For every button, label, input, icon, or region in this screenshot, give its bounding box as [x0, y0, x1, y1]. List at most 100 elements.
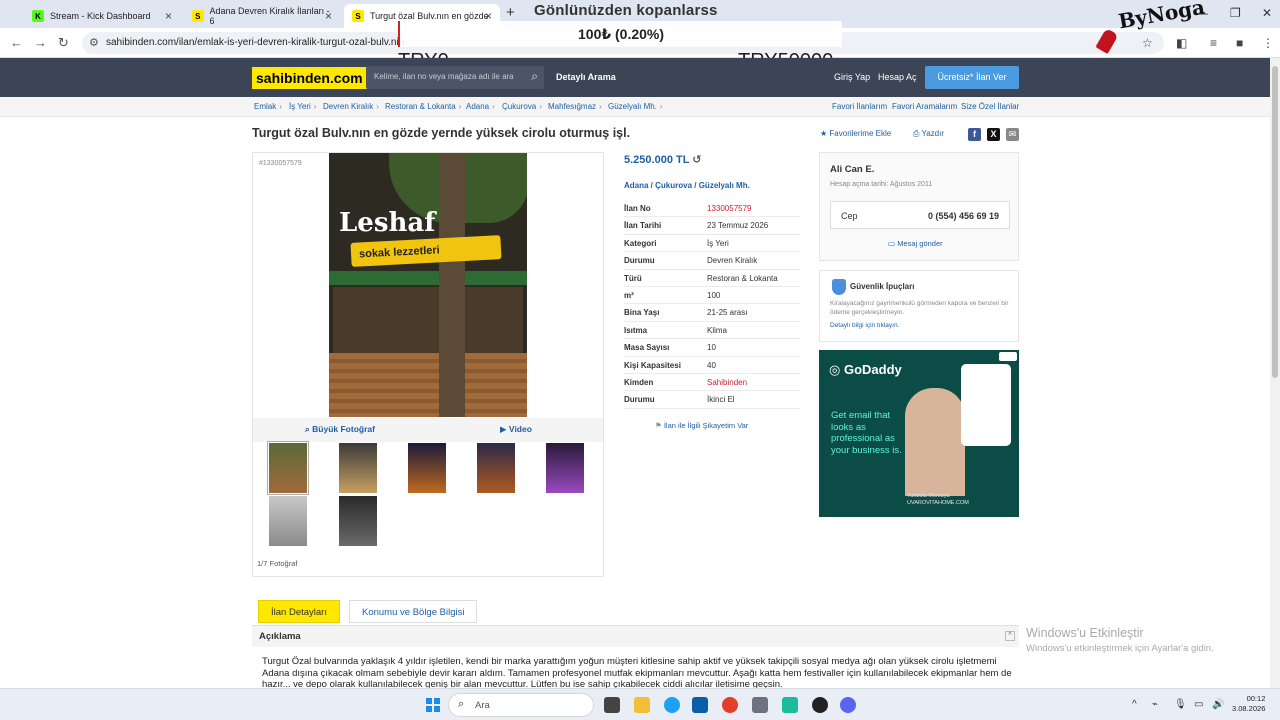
video-button[interactable]: ▶ Video [500, 424, 532, 435]
register-link[interactable]: Hesap Aç [878, 72, 917, 82]
menu-icon[interactable]: ⋮ [1262, 36, 1274, 50]
security-tips-text: Kiralayacağınız gayrimenkulü görmeden ka… [830, 300, 1009, 316]
star-icon: ★ [820, 129, 828, 138]
breadcrumb-item[interactable]: Restoran & Lokanta › [385, 102, 464, 111]
seller-card: Ali Can E. Hesap açma tarihi: Ağustos 20… [819, 152, 1019, 261]
windows-activation-text: Windows'u etkinleştirmek için Ayarlar'a … [1026, 643, 1214, 654]
detailed-search-link[interactable]: Detaylı Arama [556, 72, 616, 82]
thumbnail[interactable] [269, 496, 307, 546]
send-message-link[interactable]: ▭ Mesaj gönder [888, 239, 943, 248]
extensions-icon[interactable]: ◧ [1176, 36, 1187, 50]
thumbnail[interactable] [477, 443, 515, 493]
mic-icon[interactable]: 🎙 [1174, 699, 1187, 710]
ad-text: Get email that looks as professional as … [831, 410, 902, 456]
complaint-link[interactable]: ⚑ İlan ile İlgili Şikayetim Var [655, 421, 748, 430]
chrome-icon[interactable] [722, 697, 738, 713]
site-info-icon[interactable]: ⚙ [89, 36, 99, 49]
bookmark-star-icon[interactable]: ☆ [1142, 36, 1153, 50]
ad-choices-icon[interactable] [999, 352, 1017, 361]
detail-row: Kategori İş Yeri [624, 235, 800, 253]
main-photo[interactable]: Leshaf sokak lezzetleri [329, 153, 527, 417]
favorite-searches-link[interactable]: Favori Aramalarım [892, 102, 957, 111]
phone-number[interactable]: 0 (554) 456 69 19 [928, 211, 999, 221]
reload-icon[interactable]: ↻ [58, 35, 69, 51]
tab-adana-listings[interactable]: S Adana Devren Kiralık İlanları - 6 × [184, 4, 340, 28]
task-view-icon[interactable] [604, 697, 620, 713]
location-link[interactable]: Çukurova [655, 181, 692, 190]
facebook-icon[interactable]: f [968, 128, 981, 141]
collapse-icon[interactable]: ^ [1005, 631, 1015, 641]
thumbnail[interactable] [408, 443, 446, 493]
store-icon[interactable] [692, 697, 708, 713]
message-icon: ▭ [888, 239, 896, 248]
tab-label: Adana Devren Kiralık İlanları - 6 [209, 6, 330, 26]
breadcrumb-item[interactable]: Güzelyalı Mh. › [608, 102, 666, 111]
detail-row: Durumu İkinci El [624, 391, 800, 409]
system-clock[interactable]: 00:12 3.08.2026 [1232, 694, 1265, 714]
security-more-link[interactable]: tıklayın. [877, 322, 899, 329]
detail-row: Durumu Devren Kiralık [624, 252, 800, 270]
breadcrumb-item[interactable]: İş Yeri › [289, 102, 319, 111]
scroll-thumb[interactable] [1272, 66, 1278, 378]
breadcrumb-item[interactable]: Mahfesığmaz › [548, 102, 605, 111]
thumbnail[interactable] [339, 496, 377, 546]
seller-name[interactable]: Ali Can E. [830, 164, 874, 175]
edge-icon[interactable] [664, 697, 680, 713]
big-photo-button[interactable]: ⌕ Büyük Fotoğraf [305, 424, 375, 435]
detail-row: Bina Yaşı 21-25 arası [624, 304, 800, 322]
page-scrollbar[interactable] [1270, 58, 1280, 688]
favorite-listings-link[interactable]: Favori İlanlarım [832, 102, 887, 111]
ad-person-image [905, 388, 965, 496]
maximize-icon[interactable]: ❐ [1230, 6, 1241, 20]
breadcrumb-item[interactable]: Adana › [466, 102, 498, 111]
volume-icon[interactable]: 🔊 [1212, 699, 1224, 710]
post-ad-button[interactable]: Ücretsiz* İlan Ver [925, 66, 1019, 89]
thumbnail[interactable] [267, 441, 309, 495]
print-link[interactable]: ⎙ Yazdır [913, 129, 944, 139]
network-icon[interactable]: ⌁ [1152, 699, 1158, 710]
ad-phone-image [961, 364, 1011, 446]
search-icon[interactable]: ⌕ [531, 69, 538, 84]
discord-icon[interactable] [840, 697, 856, 713]
windows-start-icon[interactable] [426, 698, 440, 712]
godaddy-ad[interactable]: ◎ GoDaddy Get email that looks as profes… [819, 350, 1019, 517]
add-favorite-link[interactable]: ★ Favorilerime Ekle [820, 129, 891, 138]
thumbnail[interactable] [339, 443, 377, 493]
app-icon[interactable] [782, 697, 798, 713]
obs-icon[interactable] [812, 697, 828, 713]
back-icon[interactable]: ← [10, 35, 23, 50]
taskbar-search[interactable]: ⌕ Ara [448, 693, 594, 717]
location-link[interactable]: Adana [624, 181, 648, 190]
tab-listing-details[interactable]: İlan Detayları [258, 600, 340, 623]
close-icon[interactable]: × [325, 9, 332, 23]
profile-icon[interactable]: ■ [1236, 36, 1243, 50]
new-tab-icon[interactable]: + [506, 4, 515, 21]
site-logo[interactable]: sahibinden.com [252, 67, 367, 89]
tab-kick-dashboard[interactable]: K Stream - Kick Dashboard × [24, 4, 180, 28]
email-icon[interactable]: ✉ [1006, 128, 1019, 141]
breadcrumb-item[interactable]: Devren Kiralık › [323, 102, 382, 111]
tab-label: Stream - Kick Dashboard [50, 11, 151, 21]
file-explorer-icon[interactable] [634, 697, 650, 713]
window-close-icon[interactable]: ✕ [1262, 6, 1272, 20]
photo-gallery: #1330057579 Leshaf sokak lezzetleri ⌕ Bü… [252, 152, 604, 577]
listing-id-small: #1330057579 [259, 160, 302, 167]
display-icon[interactable]: ▭ [1194, 699, 1203, 710]
tray-chevron-icon[interactable]: ^ [1132, 699, 1137, 710]
breadcrumb-item[interactable]: Çukurova › [502, 102, 545, 111]
thumbnail[interactable] [546, 443, 584, 493]
detail-row: Isıtma Klima [624, 322, 800, 340]
special-listings-link[interactable]: Size Özel İlanlar [961, 102, 1019, 111]
forward-icon[interactable]: → [34, 35, 47, 50]
site-search-input[interactable]: Kelime, ilan no veya mağaza adı ile ara … [366, 66, 544, 89]
calculator-icon[interactable] [752, 697, 768, 713]
breadcrumb-item[interactable]: Emlak › [254, 102, 285, 111]
location-link[interactable]: Güzelyalı Mh. [699, 181, 750, 190]
tab-location-info[interactable]: Konumu ve Bölge Bilgisi [349, 600, 478, 623]
playlist-icon[interactable]: ≡ [1210, 36, 1217, 50]
detail-row: İlan No 1330057579 [624, 200, 800, 218]
login-link[interactable]: Giriş Yap [834, 72, 870, 82]
close-icon[interactable]: × [165, 9, 172, 23]
shield-icon [832, 279, 846, 295]
x-icon[interactable]: X [987, 128, 1000, 141]
